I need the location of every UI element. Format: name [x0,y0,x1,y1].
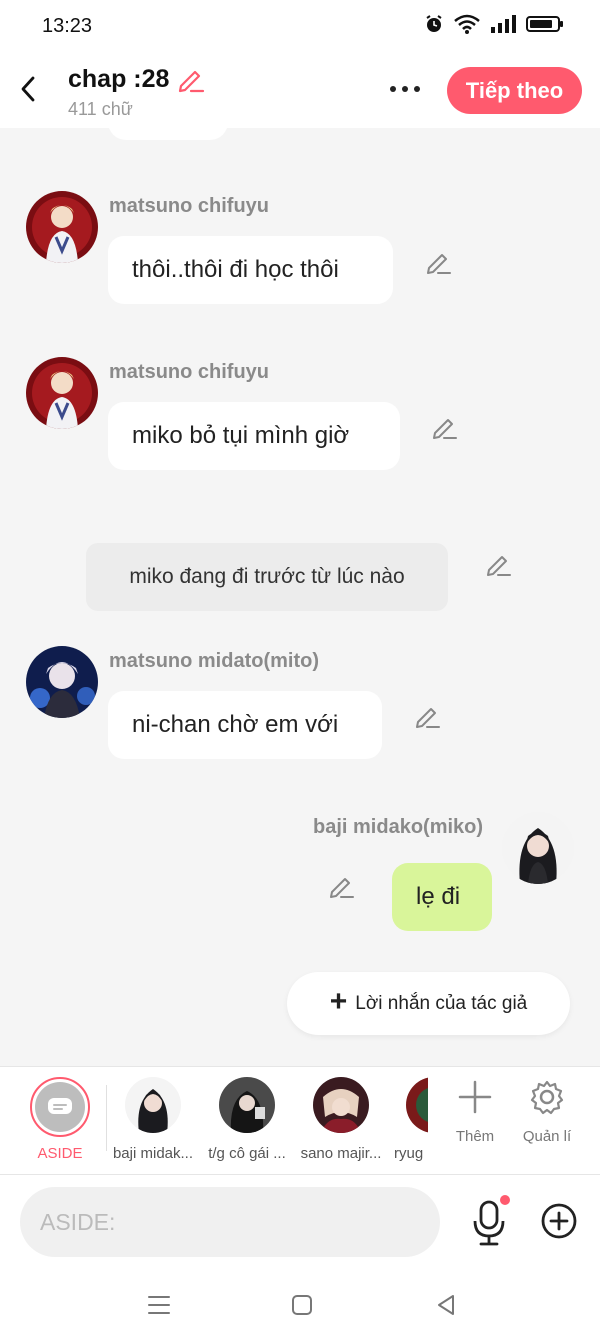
avatar-mito[interactable] [26,646,98,718]
character-avatar [313,1077,369,1133]
character-name: baji midak... [112,1145,194,1162]
avatar-chifuyu[interactable] [26,357,98,429]
avatar-chifuyu[interactable] [26,191,98,263]
add-label: Thêm [455,1128,495,1145]
add-character-button[interactable]: Thêm [440,1079,510,1145]
character-avatar [125,1077,181,1133]
character-name: sano majir... [300,1145,382,1162]
wifi-icon [454,14,480,34]
aside-icon [48,1098,72,1114]
title-row: chap :28 [68,64,205,94]
signal-icon [491,15,516,33]
author-note-label: Lời nhắn của tác giả [355,992,528,1014]
plus-icon [458,1080,492,1114]
character-item[interactable]: sano majir... [298,1077,384,1162]
word-count: 411 chữ [68,99,133,119]
more-dot-icon [414,86,420,92]
chevron-left-icon [21,76,35,102]
battery-icon [526,16,563,32]
home-icon[interactable] [287,1290,317,1320]
next-button[interactable]: Tiếp theo [447,67,582,114]
message-bubble[interactable]: thôi..thôi đi học thôi [108,236,393,304]
divider [106,1085,107,1151]
character-name: ryug [394,1145,424,1162]
character-name: t/g cô gái ... [208,1145,286,1162]
aside-button[interactable] [30,1077,90,1137]
edit-message-icon[interactable] [430,413,460,443]
edit-message-icon[interactable] [484,550,514,580]
message-bubble-mine[interactable]: lẹ đi [392,863,492,931]
aside-label: ASIDE [37,1145,83,1162]
message-input[interactable] [20,1187,440,1257]
character-avatar [406,1077,428,1133]
status-icons [424,14,564,34]
aside-icon-bg [35,1082,85,1132]
more-options-button[interactable] [384,74,426,104]
character-item[interactable]: ryug [388,1077,428,1162]
more-dot-icon [390,86,396,92]
system-nav-bar [0,1268,600,1343]
input-bar [0,1174,600,1268]
narration-bubble[interactable]: miko đang đi trước từ lúc nào [86,543,448,611]
edit-message-icon[interactable] [327,872,357,902]
back-button[interactable] [14,72,42,106]
previous-bubble [108,128,228,140]
chapter-title: chap :28 [68,64,170,93]
sender-name: matsuno chifuyu [109,195,270,217]
character-item[interactable]: t/g cô gái ... [204,1077,290,1162]
edit-title-icon[interactable] [175,64,205,94]
message-bubble[interactable]: ni-chan chờ em với [108,691,382,759]
character-item[interactable]: baji midak... [110,1077,196,1162]
edit-message-icon[interactable] [424,248,454,278]
notification-dot [500,1195,510,1205]
menu-icon[interactable] [144,1290,174,1320]
chapter-header: chap :28 411 chữ Tiếp theo [0,52,600,128]
character-avatar [219,1077,275,1133]
back-nav-icon[interactable] [431,1290,461,1320]
message-bubble[interactable]: miko bỏ tụi mình giờ [108,402,400,470]
status-bar: 13:23 [0,0,600,52]
alarm-icon [426,15,442,32]
avatar-miko[interactable] [502,812,574,884]
author-note-button[interactable]: + Lời nhắn của tác giả [287,972,570,1035]
edit-message-icon[interactable] [413,702,443,732]
sender-name: matsuno chifuyu [109,361,270,383]
add-circle-icon[interactable] [540,1202,578,1240]
microphone-icon[interactable] [470,1199,508,1247]
character-bar: ASIDE baji midak... t/g cô gái ... sano … [0,1066,600,1174]
more-dot-icon [402,86,408,92]
manage-label: Quản lí [522,1128,572,1145]
gear-icon [530,1080,564,1115]
chat-area[interactable]: matsuno chifuyu thôi..thôi đi học thôi m… [0,128,600,1066]
plus-icon: + [329,985,348,1018]
status-time: 13:23 [42,15,93,37]
sender-name: matsuno midato(mito) [109,650,319,672]
manage-characters-button[interactable]: Quản lí [512,1079,582,1145]
sender-name: baji midako(miko) [313,816,484,838]
